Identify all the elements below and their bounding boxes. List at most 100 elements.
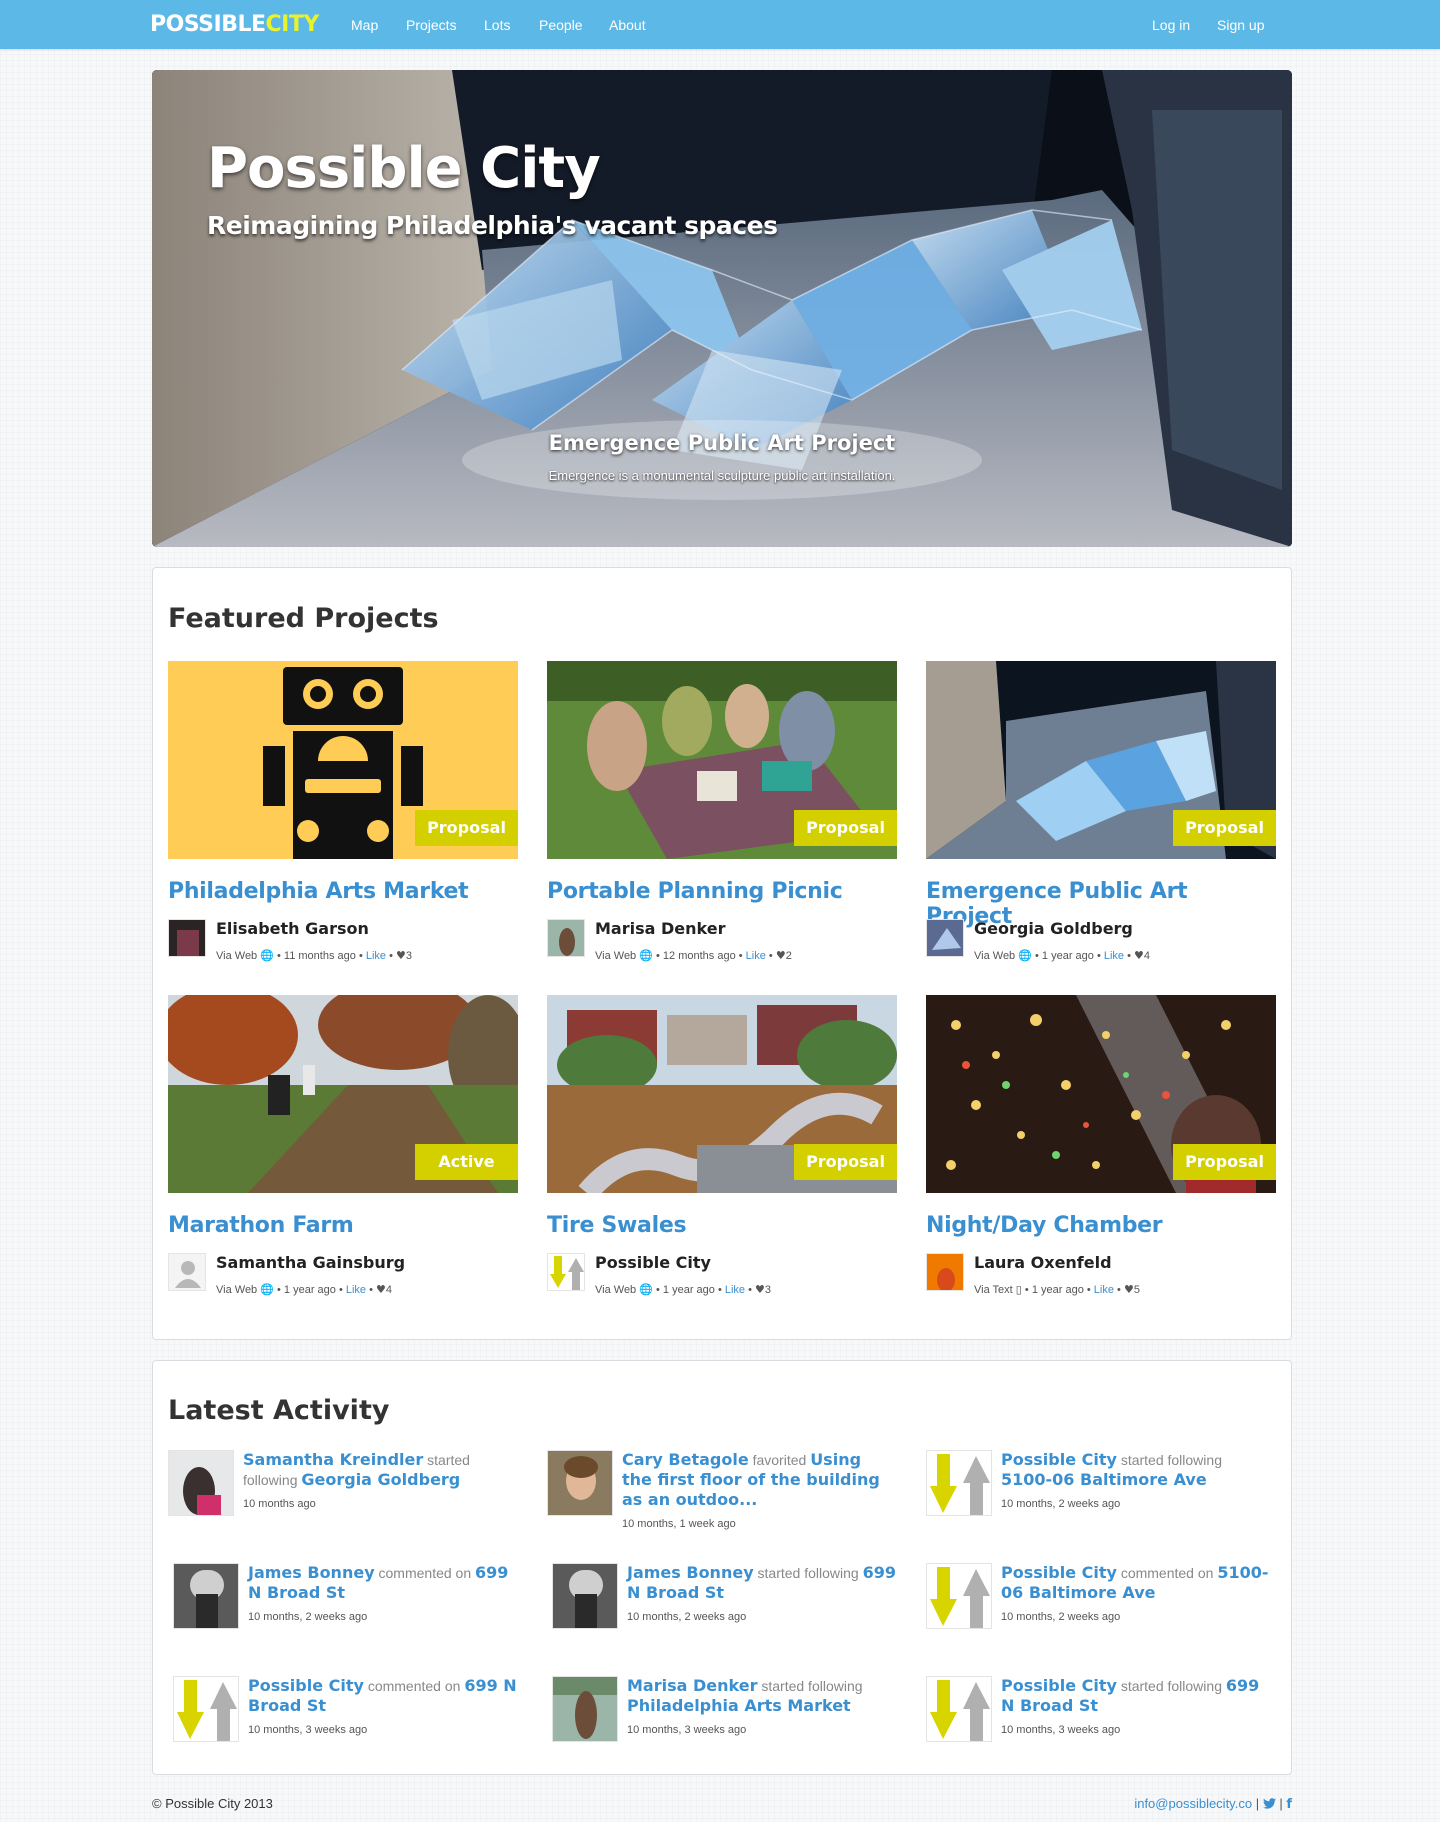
- activity-text: Possible City commented on 699 N Broad S…: [248, 1676, 518, 1716]
- actor-avatar[interactable]: [926, 1563, 992, 1629]
- project-title-link[interactable]: Marathon Farm: [168, 1213, 354, 1238]
- nav-item-projects[interactable]: Projects: [406, 16, 457, 34]
- nav-item-about[interactable]: About: [609, 16, 646, 34]
- actor-avatar[interactable]: [926, 1676, 992, 1742]
- like-link[interactable]: Like: [1094, 1284, 1114, 1296]
- footer-copyright: © Possible City 2013: [152, 1796, 273, 1811]
- project-thumbnail[interactable]: Active: [168, 995, 518, 1193]
- actor-link[interactable]: Possible City: [1001, 1450, 1117, 1469]
- login-link[interactable]: Log in: [1152, 16, 1190, 34]
- activity-time: 10 months ago: [243, 1498, 316, 1510]
- avatar-photo: [169, 920, 205, 956]
- activity-item: Possible City started following 5100-06 …: [926, 1450, 1276, 1540]
- actor-link[interactable]: Marisa Denker: [627, 1676, 757, 1695]
- brand-logo-part-1: POSSIBLE: [150, 12, 266, 37]
- footer-email-link[interactable]: info@possiblecity.co: [1134, 1796, 1252, 1811]
- like-link[interactable]: Like: [346, 1284, 366, 1296]
- project-thumbnail[interactable]: Proposal: [926, 995, 1276, 1193]
- avatar-photo: [927, 920, 963, 956]
- featured-projects-panel: Featured Projects Proposal Philadelphia …: [152, 567, 1292, 1340]
- like-link[interactable]: Like: [746, 950, 766, 962]
- author-name-link[interactable]: Laura Oxenfeld: [974, 1253, 1112, 1272]
- status-badge: Proposal: [794, 810, 897, 846]
- actor-avatar[interactable]: [552, 1676, 618, 1742]
- globe-icon: 🌐: [639, 1283, 653, 1296]
- possible-city-arrows-icon: [548, 1254, 584, 1290]
- author-avatar[interactable]: [168, 919, 206, 957]
- time-ago: 1 year ago: [662, 1284, 715, 1296]
- twitter-icon[interactable]: [1262, 1796, 1280, 1811]
- actor-link[interactable]: Possible City: [1001, 1676, 1117, 1695]
- actor-link[interactable]: James Bonney: [627, 1563, 754, 1582]
- project-meta: Via Web 🌐 • 1 year ago • Like • ♥4: [974, 949, 1151, 962]
- footer-separator: |: [1279, 1796, 1283, 1811]
- actor-avatar[interactable]: [552, 1563, 618, 1629]
- project-thumbnail[interactable]: Proposal: [926, 661, 1276, 859]
- via-label: Via Web: [974, 950, 1016, 962]
- project-title-link[interactable]: Tire Swales: [547, 1213, 687, 1238]
- author-name-link[interactable]: Possible City: [595, 1253, 711, 1272]
- actor-link[interactable]: Samantha Kreindler: [243, 1450, 423, 1469]
- actor-link[interactable]: James Bonney: [248, 1563, 375, 1582]
- author-avatar[interactable]: [926, 919, 964, 957]
- author-name-link[interactable]: Elisabeth Garson: [216, 919, 369, 938]
- target-link[interactable]: 5100-06 Baltimore Ave: [1001, 1470, 1207, 1489]
- author-name-link[interactable]: Samantha Gainsburg: [216, 1253, 405, 1272]
- project-title-link[interactable]: Portable Planning Picnic: [547, 879, 843, 904]
- author-avatar[interactable]: [547, 1253, 585, 1291]
- project-thumbnail[interactable]: Proposal: [168, 661, 518, 859]
- project-meta: Via Web 🌐 • 1 year ago • Like • ♥4: [216, 1283, 393, 1296]
- globe-icon: 🌐: [639, 949, 653, 962]
- activity-item: James Bonney commented on 699 N Broad St…: [173, 1563, 523, 1653]
- featured-projects-heading: Featured Projects: [168, 603, 439, 634]
- actor-avatar[interactable]: [173, 1563, 239, 1629]
- actor-link[interactable]: Possible City: [1001, 1563, 1117, 1582]
- signup-link[interactable]: Sign up: [1217, 16, 1264, 34]
- author-avatar[interactable]: [926, 1253, 964, 1291]
- status-badge: Proposal: [1173, 810, 1276, 846]
- nav-item-people[interactable]: People: [539, 16, 583, 34]
- time-ago: 11 months ago: [283, 950, 356, 962]
- project-thumbnail[interactable]: Proposal: [547, 661, 897, 859]
- actor-avatar[interactable]: [168, 1450, 234, 1516]
- activity-text: Possible City commented on 5100-06 Balti…: [1001, 1563, 1271, 1603]
- project-card: Proposal Emergence Public Art Project Ge…: [926, 661, 1276, 962]
- like-link[interactable]: Like: [1104, 950, 1124, 962]
- project-title-link[interactable]: Philadelphia Arts Market: [168, 879, 469, 904]
- author-avatar[interactable]: [547, 919, 585, 957]
- activity-item: Possible City commented on 5100-06 Balti…: [926, 1563, 1276, 1653]
- nav-item-lots[interactable]: Lots: [484, 16, 510, 34]
- project-title-link[interactable]: Night/Day Chamber: [926, 1213, 1163, 1238]
- target-link[interactable]: Georgia Goldberg: [301, 1470, 460, 1489]
- avatar-photo: [174, 1564, 238, 1628]
- brand-logo[interactable]: POSSIBLECITY: [150, 12, 319, 38]
- actor-avatar[interactable]: [547, 1450, 613, 1516]
- author-name-link[interactable]: Marisa Denker: [595, 919, 725, 938]
- status-badge: Proposal: [794, 1144, 897, 1180]
- globe-icon: 🌐: [1018, 949, 1032, 962]
- like-link[interactable]: Like: [725, 1284, 745, 1296]
- facebook-icon[interactable]: f: [1286, 1797, 1292, 1812]
- project-meta: Via Web 🌐 • 12 months ago • Like • ♥2: [595, 949, 792, 962]
- actor-link[interactable]: Cary Betagole: [622, 1450, 749, 1469]
- project-card: Proposal Night/Day Chamber Laura Oxenfel…: [926, 995, 1276, 1296]
- target-link[interactable]: Philadelphia Arts Market: [627, 1696, 851, 1715]
- activity-item: Samantha Kreindler started following Geo…: [168, 1450, 518, 1540]
- nav-item-map[interactable]: Map: [351, 16, 378, 34]
- via-label: Via Web: [216, 950, 258, 962]
- activity-time: 10 months, 2 weeks ago: [627, 1611, 747, 1623]
- actor-avatar[interactable]: [173, 1676, 239, 1742]
- project-card: Proposal Philadelphia Arts Market Elisab…: [168, 661, 518, 962]
- author-avatar[interactable]: [168, 1253, 206, 1291]
- actor-avatar[interactable]: [926, 1450, 992, 1516]
- author-name-link[interactable]: Georgia Goldberg: [974, 919, 1133, 938]
- like-link[interactable]: Like: [366, 950, 386, 962]
- actor-link[interactable]: Possible City: [248, 1676, 364, 1695]
- activity-text: James Bonney commented on 699 N Broad St: [248, 1563, 518, 1603]
- heart-icon: ♥: [1134, 949, 1144, 962]
- project-meta: Via Web 🌐 • 1 year ago • Like • ♥3: [595, 1283, 772, 1296]
- hero-caption-title[interactable]: Emergence Public Art Project: [152, 431, 1292, 455]
- project-thumbnail[interactable]: Proposal: [547, 995, 897, 1193]
- hero-carousel[interactable]: Possible City Reimagining Philadelphia's…: [152, 70, 1292, 547]
- project-card: Proposal Tire Swales Possible City Via W…: [547, 995, 897, 1296]
